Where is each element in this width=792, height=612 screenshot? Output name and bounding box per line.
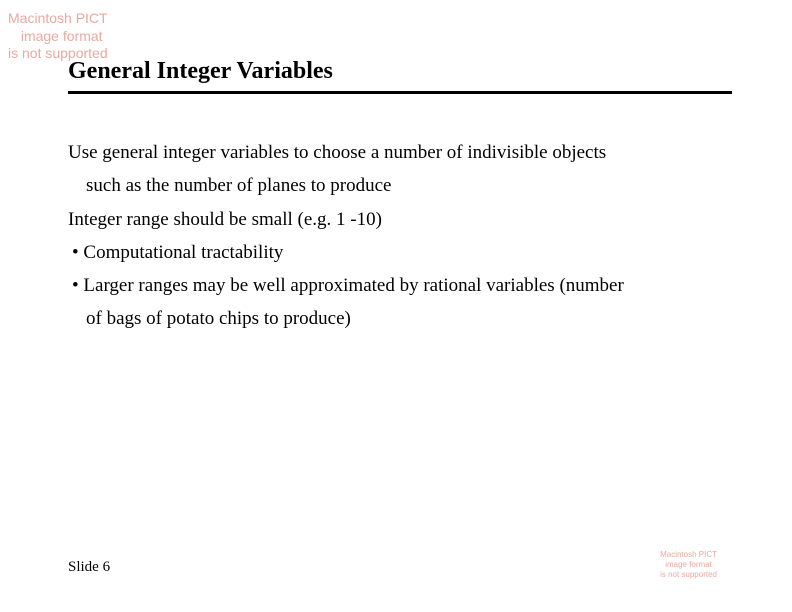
- slide-number: Slide 6: [68, 559, 110, 576]
- slide-title: General Integer Variables: [68, 58, 732, 94]
- bullet-line: • Larger ranges may be well approximated…: [68, 269, 732, 302]
- body-line: such as the number of planes to produce: [68, 169, 732, 202]
- body-line: of bags of potato chips to produce): [68, 302, 732, 335]
- slide-body: General Integer Variables Use general in…: [68, 58, 732, 336]
- pict-watermark-bottom-right: Macintosh PICT image format is not suppo…: [660, 550, 717, 580]
- bullet-line: • Computational tractability: [68, 236, 732, 269]
- body-line: Use general integer variables to choose …: [68, 136, 732, 169]
- body-line: Integer range should be small (e.g. 1 -1…: [68, 203, 732, 236]
- slide-content: Use general integer variables to choose …: [68, 136, 732, 336]
- pict-watermark-top-left: Macintosh PICT image format is not suppo…: [8, 10, 108, 63]
